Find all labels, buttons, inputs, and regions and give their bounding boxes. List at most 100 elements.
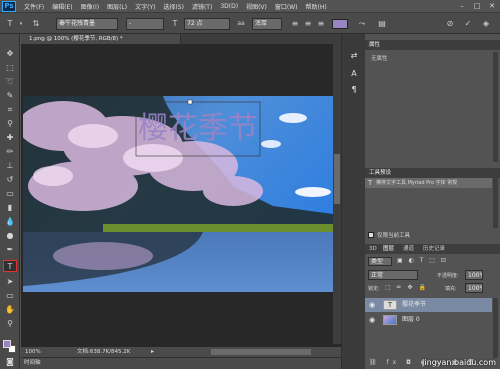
type-tool-preset-icon[interactable]: T bbox=[4, 18, 16, 30]
move-tool-icon[interactable]: ✥ bbox=[3, 48, 17, 60]
photoshop-logo: Ps bbox=[2, 0, 16, 12]
tab-layers[interactable]: 图层 bbox=[383, 244, 394, 254]
menu-3d[interactable]: 3D(D) bbox=[220, 3, 238, 10]
transform-handle[interactable] bbox=[187, 99, 193, 105]
menu-help[interactable]: 帮助(H) bbox=[306, 2, 327, 11]
antialias-select[interactable]: 浑厚 bbox=[252, 18, 282, 30]
foreground-color-swatch[interactable] bbox=[3, 340, 11, 348]
chevron-down-icon[interactable]: ▾ bbox=[18, 18, 24, 30]
orientation-toggle-icon[interactable]: ⇅ bbox=[30, 18, 42, 30]
align-right-icon[interactable]: ≡ bbox=[316, 18, 326, 30]
cancel-icon[interactable]: ⊘ bbox=[444, 18, 456, 30]
text-layer-thumb-icon: T bbox=[383, 300, 397, 310]
menu-image[interactable]: 图像(I) bbox=[81, 2, 99, 11]
font-style-select[interactable]: - bbox=[126, 18, 164, 30]
layer-kind-filter[interactable]: 类型 bbox=[368, 257, 392, 266]
antialias-icon: aa bbox=[237, 20, 245, 27]
menu-type[interactable]: 文字(Y) bbox=[135, 2, 155, 11]
gradient-tool-icon[interactable]: ▮ bbox=[3, 202, 17, 214]
font-size-select[interactable]: 72 点 bbox=[184, 18, 230, 30]
menu-file[interactable]: 文件(F) bbox=[24, 2, 44, 11]
current-tool-label: 仅限当前工具 bbox=[377, 233, 411, 239]
tool-presets-panel: T 横排文字工具 Myriad Pro 字体 常规 仅限当前工具 bbox=[365, 178, 500, 240]
cloud bbox=[295, 187, 331, 197]
commit-icon[interactable]: ✓ bbox=[462, 18, 474, 30]
properties-scrollbar[interactable] bbox=[493, 52, 498, 162]
close-button[interactable]: ✕ bbox=[486, 1, 498, 10]
layer-name: 樱花季节 bbox=[402, 301, 427, 308]
lock-icons[interactable]: ⬚ ✏ ✥ 🔒 bbox=[385, 284, 428, 291]
canvas-image[interactable]: 樱花季节 bbox=[23, 96, 333, 292]
menu-edit[interactable]: 编辑(E) bbox=[52, 2, 72, 11]
paragraph-panel-icon[interactable]: ¶ bbox=[348, 84, 360, 96]
presets-scrollbar[interactable] bbox=[493, 178, 498, 228]
timeline-panel-tab[interactable]: 时间轴 bbox=[21, 357, 341, 369]
layer-row-image[interactable]: ◉ 图层 0 bbox=[365, 313, 492, 327]
align-left-icon[interactable]: ≡ bbox=[290, 18, 300, 30]
watermark: jingyan.baidu.com bbox=[422, 358, 496, 367]
tab-history[interactable]: 历史记录 bbox=[423, 244, 445, 254]
opacity-label: 不透明度: bbox=[437, 273, 459, 279]
dodge-tool-icon[interactable]: ● bbox=[3, 230, 17, 242]
character-panel-icon[interactable]: ▤ bbox=[376, 18, 388, 30]
lock-label: 锁定: bbox=[368, 286, 380, 292]
menu-layer[interactable]: 图层(L) bbox=[107, 2, 127, 11]
healing-brush-tool-icon[interactable]: ✚ bbox=[3, 132, 17, 144]
eraser-tool-icon[interactable]: ▭ bbox=[3, 188, 17, 200]
tool-presets-panel-header[interactable]: 工具预设 bbox=[365, 168, 500, 178]
history-brush-tool-icon[interactable]: ↺ bbox=[3, 174, 17, 186]
align-center-icon[interactable]: ≡ bbox=[303, 18, 313, 30]
clone-stamp-tool-icon[interactable]: ⊥ bbox=[3, 160, 17, 172]
layer-filter-icons[interactable]: ▣ ◐ T ⬚ ⊡ bbox=[397, 257, 448, 264]
horizontal-scrollbar[interactable] bbox=[211, 349, 311, 355]
blur-tool-icon[interactable]: 💧 bbox=[3, 216, 17, 228]
3d-text-icon[interactable]: ◈ bbox=[480, 18, 492, 30]
path-select-tool-icon[interactable]: ➤ bbox=[3, 276, 17, 288]
quick-mask-icon[interactable]: ◙ bbox=[3, 356, 17, 368]
type-tool-icon[interactable]: T bbox=[3, 260, 17, 272]
font-family-select[interactable]: 秦牛花残青墨 bbox=[56, 18, 118, 30]
preset-row[interactable]: T 横排文字工具 Myriad Pro 字体 常规 bbox=[365, 178, 492, 188]
menu-filter[interactable]: 滤镜(T) bbox=[192, 2, 212, 11]
fill-field[interactable]: 100% bbox=[465, 283, 483, 293]
zoom-tool-icon[interactable]: ⚲ bbox=[3, 318, 17, 330]
layer-row-text[interactable]: ◉ T 樱花季节 bbox=[365, 298, 492, 312]
vertical-scrollbar[interactable] bbox=[333, 44, 341, 344]
crop-tool-icon[interactable]: ⌗ bbox=[3, 104, 17, 116]
properties-panel: 无属性 bbox=[365, 50, 500, 166]
opacity-field[interactable]: 100% bbox=[465, 270, 483, 280]
lasso-tool-icon[interactable]: ➰ bbox=[3, 76, 17, 88]
eye-icon[interactable]: ◉ bbox=[368, 313, 376, 327]
maximize-button[interactable]: □ bbox=[471, 1, 483, 10]
warp-text-icon[interactable]: ⤳ bbox=[356, 18, 368, 30]
character-panel-icon[interactable]: A bbox=[348, 68, 360, 80]
zoom-level[interactable]: 100% bbox=[25, 347, 41, 357]
pen-tool-icon[interactable]: ✒ bbox=[3, 244, 17, 256]
current-tool-checkbox[interactable] bbox=[368, 232, 374, 238]
menu-window[interactable]: 窗口(W) bbox=[275, 2, 298, 11]
status-menu-arrow-icon[interactable]: ▸ bbox=[151, 347, 154, 357]
eye-icon[interactable]: ◉ bbox=[368, 298, 376, 312]
tab-3d[interactable]: 3D bbox=[369, 244, 377, 254]
document-tab[interactable]: 1.png @ 100% (樱花季节, RGB/8) * bbox=[21, 34, 181, 44]
menu-select[interactable]: 选择(S) bbox=[163, 2, 184, 11]
layers-scrollbar[interactable] bbox=[493, 298, 498, 358]
eyedropper-tool-icon[interactable]: ⚲ bbox=[3, 118, 17, 130]
scrollbar-thumb[interactable] bbox=[334, 154, 340, 204]
brush-tool-icon[interactable]: ✏ bbox=[3, 146, 17, 158]
properties-panel-header[interactable]: 属性 bbox=[365, 40, 500, 50]
menu-view[interactable]: 视图(V) bbox=[246, 2, 267, 11]
history-panel-icon[interactable]: ⇄ bbox=[348, 50, 360, 62]
minimize-button[interactable]: – bbox=[456, 1, 468, 10]
image-layer-thumb bbox=[383, 315, 397, 325]
layers-panel: 类型 ▣ ◐ T ⬚ ⊡ 正常 不透明度: 100% 锁定: ⬚ ✏ ✥ 🔒 填… bbox=[365, 254, 500, 369]
tab-channels[interactable]: 通道 bbox=[403, 244, 414, 254]
marquee-tool-icon[interactable]: ⬚ bbox=[3, 62, 17, 74]
canvas-text[interactable]: 樱花季节 bbox=[138, 111, 258, 146]
shape-tool-icon[interactable]: ▭ bbox=[3, 290, 17, 302]
quick-select-tool-icon[interactable]: ✎ bbox=[3, 90, 17, 102]
hand-tool-icon[interactable]: ✋ bbox=[3, 304, 17, 316]
fill-label: 填充: bbox=[445, 286, 457, 292]
text-color-swatch[interactable] bbox=[332, 19, 348, 29]
blend-mode-select[interactable]: 正常 bbox=[368, 270, 418, 280]
